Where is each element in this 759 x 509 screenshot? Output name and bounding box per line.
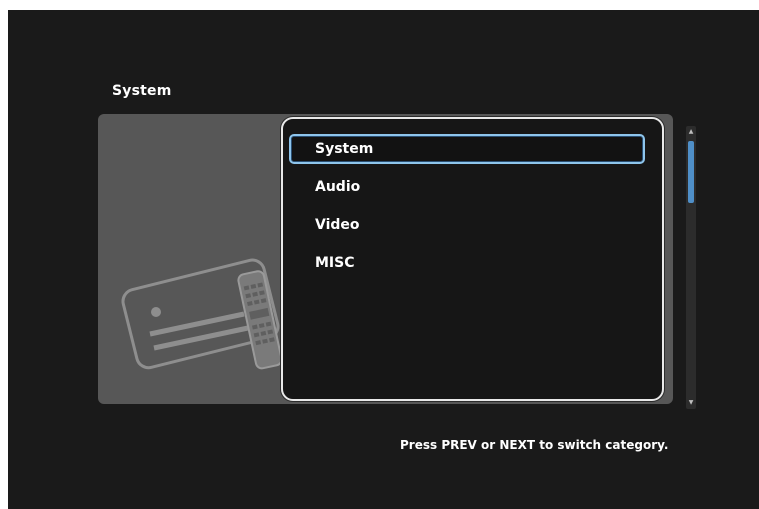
up-arrow-icon[interactable]: ▲ xyxy=(686,128,696,136)
down-arrow-icon[interactable]: ▼ xyxy=(686,399,696,407)
card-remote-icon xyxy=(121,258,283,370)
navigation-hint: Press PREV or NEXT to switch category. xyxy=(400,438,669,452)
menu-item-misc[interactable]: MISC xyxy=(289,248,645,278)
page-title: System xyxy=(112,83,172,99)
scrollbar[interactable]: ▲ ▼ xyxy=(686,126,696,409)
scroll-thumb[interactable] xyxy=(688,141,694,203)
menu-item-audio[interactable]: Audio xyxy=(289,172,645,202)
menu-item-video[interactable]: Video xyxy=(289,210,645,240)
category-menu: System Audio Video MISC xyxy=(281,117,664,401)
menu-item-system[interactable]: System xyxy=(289,134,645,164)
